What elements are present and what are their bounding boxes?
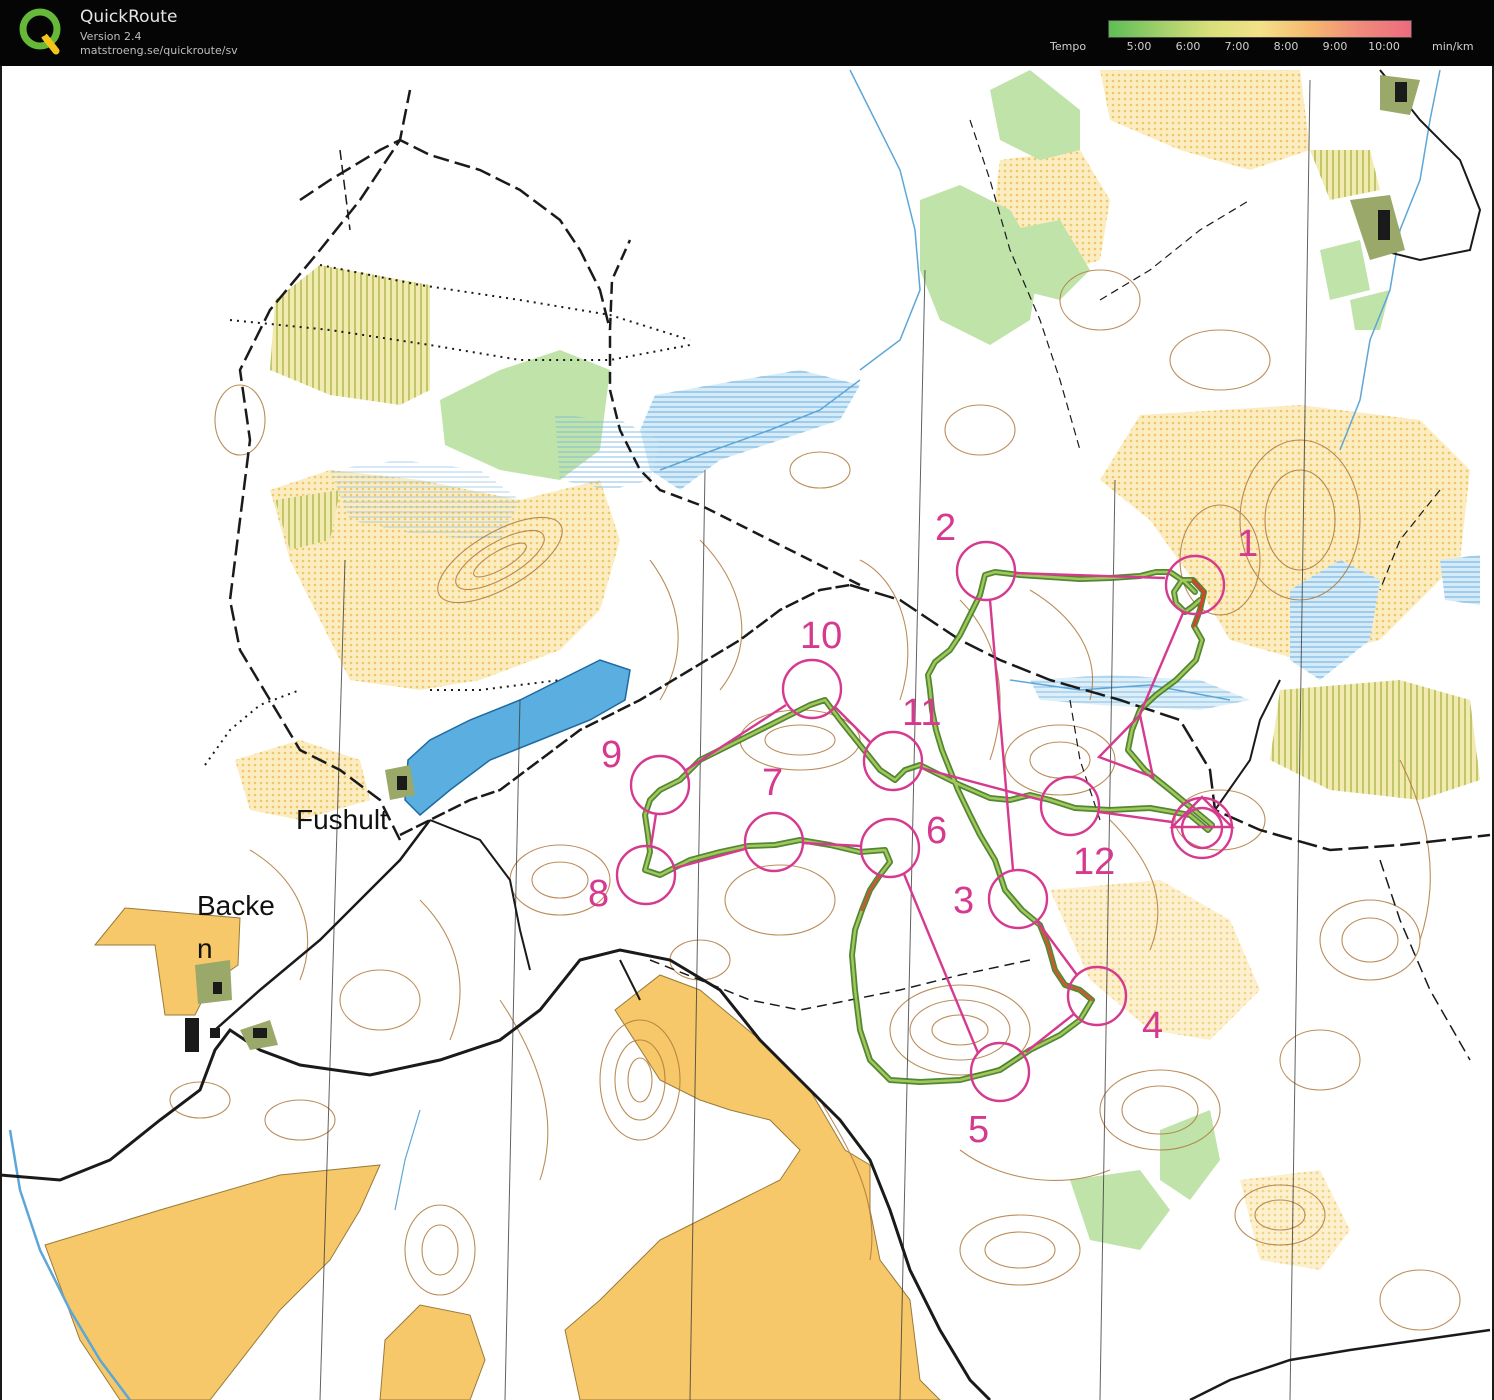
app-header: QuickRoute Version 2.4 matstroeng.se/qui…	[0, 0, 1494, 67]
control-number: 9	[601, 734, 622, 776]
orienteering-map[interactable]: 1 2 3 4 5 6 7 8 9 10 11 12 Fushult Backe…	[0, 66, 1494, 1400]
tempo-tick: 5:00	[1126, 40, 1152, 53]
control-number: 11	[902, 692, 941, 734]
app-url[interactable]: matstroeng.se/quickroute/sv	[80, 44, 238, 57]
app-title: QuickRoute	[80, 7, 178, 27]
quickroute-logo-icon	[19, 8, 61, 55]
tempo-ticks: 5:00 6:00 7:00 8:00 9:00 10:00	[1108, 40, 1410, 54]
place-name-backe-n: n	[197, 933, 213, 964]
app-version: Version 2.4	[80, 30, 142, 43]
control-number: 7	[762, 762, 783, 804]
control-number: 12	[1073, 841, 1115, 883]
tempo-label: Tempo	[1050, 40, 1087, 53]
tempo-color-scale	[1108, 20, 1412, 38]
control-number: 5	[968, 1109, 989, 1151]
control-number: 8	[588, 873, 609, 915]
control-number: 4	[1142, 1005, 1163, 1047]
control-number: 6	[926, 810, 947, 852]
control-number: 1	[1237, 523, 1258, 565]
control-number: 2	[935, 507, 956, 549]
tempo-tick: 7:00	[1224, 40, 1250, 53]
tempo-tick: 10:00	[1368, 40, 1400, 53]
tempo-tick: 6:00	[1175, 40, 1201, 53]
place-name-backe: Backe	[197, 890, 275, 921]
tempo-unit: min/km	[1432, 40, 1474, 53]
control-number: 10	[800, 615, 842, 657]
tempo-tick: 9:00	[1322, 40, 1348, 53]
tempo-tick: 8:00	[1273, 40, 1299, 53]
place-name-fushult: Fushult	[296, 804, 388, 835]
control-number: 3	[953, 880, 974, 922]
